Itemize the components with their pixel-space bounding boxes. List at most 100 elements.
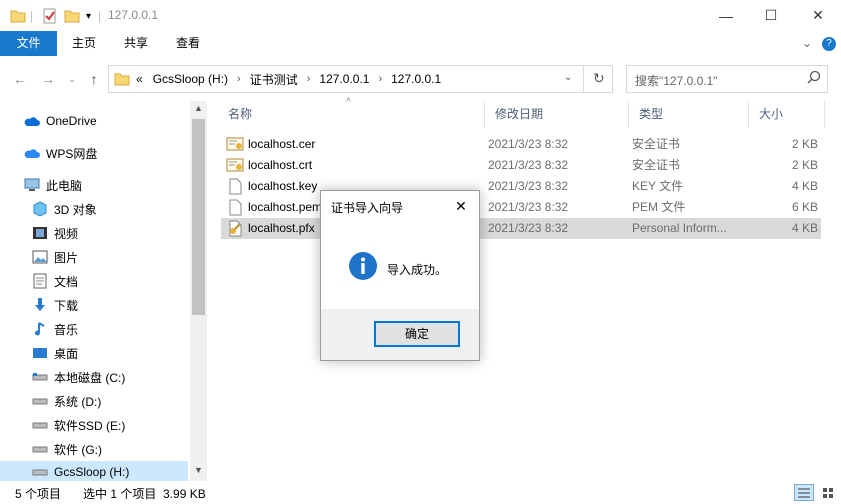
expand-ribbon-icon[interactable]: ⌄ <box>798 31 816 56</box>
breadcrumb-separator-icon[interactable]: › <box>237 73 241 85</box>
drive-icon <box>32 441 48 457</box>
sidebar-item-drive-g[interactable]: 软件 (G:) <box>0 438 188 460</box>
drive-icon <box>32 464 48 480</box>
table-row[interactable]: localhost.cer 2021/3/23 8:32 安全证书 2 KB <box>221 134 821 155</box>
large-icons-view-icon[interactable] <box>818 484 838 501</box>
breadcrumb-drive[interactable]: GcsSloop (H:) <box>153 72 228 86</box>
sidebar-item-music[interactable]: 音乐 <box>0 318 188 340</box>
sidebar-item-videos[interactable]: 视频 <box>0 222 188 244</box>
breadcrumb-separator-icon[interactable]: › <box>307 73 311 85</box>
tab-share[interactable]: 共享 <box>114 31 158 56</box>
picture-icon <box>32 249 48 265</box>
maximize-button[interactable]: ☐ <box>748 0 794 31</box>
tab-file[interactable]: 文件 <box>0 31 57 56</box>
breadcrumb-cert-test[interactable]: 证书测试 <box>250 71 298 88</box>
drive-icon <box>32 369 48 385</box>
refresh-icon[interactable]: ↻ <box>593 70 605 87</box>
sidebar-item-drive-d[interactable]: 系统 (D:) <box>0 390 188 412</box>
forward-arrow-icon[interactable]: → <box>38 70 58 88</box>
sidebar-scrollbar[interactable]: ▲ ▼ <box>190 101 207 481</box>
sidebar-item-label: 视频 <box>54 226 79 241</box>
breadcrumb-folder-1[interactable]: 127.0.0.1 <box>319 72 369 86</box>
minimize-button[interactable]: — <box>703 0 749 31</box>
column-type[interactable]: 类型 <box>629 101 749 128</box>
divider: | <box>98 9 102 23</box>
selection-info: 选中 1 个项目 3.99 KB <box>83 487 206 501</box>
document-icon <box>32 273 48 289</box>
cert-import-dialog: 证书导入向导 ✕ 导入成功。 确定 <box>320 190 480 361</box>
column-date[interactable]: 修改日期 <box>485 101 629 128</box>
sidebar-item-3d-objects[interactable]: 3D 对象 <box>0 198 188 220</box>
sidebar-item-drive-e[interactable]: 软件SSD (E:) <box>0 414 188 436</box>
scrollbar-thumb[interactable] <box>192 119 205 315</box>
sidebar-item-drive-c[interactable]: 本地磁盘 (C:) <box>0 366 188 388</box>
sidebar-item-this-pc[interactable]: 此电脑 <box>0 174 188 196</box>
file-size: 2 KB <box>791 137 818 151</box>
table-row[interactable]: localhost.pem 2021/3/23 8:32 PEM 文件 6 KB <box>221 197 821 218</box>
ok-button[interactable]: 确定 <box>374 321 460 347</box>
file-name: localhost.cer <box>248 137 316 151</box>
scroll-up-icon[interactable]: ▲ <box>194 103 203 113</box>
computer-icon <box>24 177 40 193</box>
new-folder-icon[interactable] <box>64 7 80 25</box>
certificate-icon <box>226 157 244 174</box>
sidebar-item-label: 文档 <box>54 274 79 289</box>
properties-icon[interactable] <box>42 7 58 25</box>
sidebar-item-label: 软件 (G:) <box>54 442 102 457</box>
folder-icon <box>114 71 130 87</box>
breadcrumb-folder-2[interactable]: 127.0.0.1 <box>391 72 441 86</box>
title-bar: | ▾ | 127.0.0.1 — ☐ ✕ <box>0 0 841 31</box>
address-dropdown-icon[interactable]: ⌄ <box>564 72 572 83</box>
sidebar-item-wps[interactable]: WPS网盘 <box>0 142 188 164</box>
sidebar-item-drive-h[interactable]: GcsSloop (H:) <box>0 461 188 481</box>
scroll-down-icon[interactable]: ▼ <box>194 465 203 475</box>
search-icon[interactable] <box>807 70 821 84</box>
ribbon: 文件 主页 共享 查看 ⌄ ? <box>0 31 841 56</box>
up-arrow-icon[interactable]: ↑ <box>84 70 104 88</box>
column-name[interactable]: 名称 <box>218 101 485 128</box>
file-type: 安全证书 <box>632 137 681 151</box>
recent-dropdown-icon[interactable]: ⌄ <box>62 70 82 88</box>
file-icon <box>226 178 244 195</box>
tab-home[interactable]: 主页 <box>62 31 106 56</box>
table-row[interactable]: localhost.crt 2021/3/23 8:32 安全证书 2 KB <box>221 155 821 176</box>
table-row[interactable]: localhost.key 2021/3/23 8:32 KEY 文件 4 KB <box>221 176 821 197</box>
back-arrow-icon[interactable]: ← <box>10 70 30 88</box>
sidebar-item-label: 本地磁盘 (C:) <box>54 370 126 385</box>
search-input[interactable]: 搜索"127.0.0.1" <box>626 65 828 93</box>
sidebar-item-documents[interactable]: 文档 <box>0 270 188 292</box>
dialog-body: 导入成功。 <box>321 223 479 309</box>
close-button[interactable]: ✕ <box>795 0 841 31</box>
sidebar-item-label: OneDrive <box>46 114 97 128</box>
file-date: 2021/3/23 8:32 <box>488 137 569 151</box>
dialog-message: 导入成功。 <box>387 263 448 277</box>
details-view-icon[interactable] <box>794 484 814 501</box>
help-icon[interactable]: ? <box>822 37 836 51</box>
tab-view[interactable]: 查看 <box>166 31 210 56</box>
divider <box>583 66 584 92</box>
sidebar-item-desktop[interactable]: 桌面 <box>0 342 188 364</box>
address-bar[interactable]: « GcsSloop (H:) › 证书测试 › 127.0.0.1 › 127… <box>108 65 613 93</box>
sidebar-item-pictures[interactable]: 图片 <box>0 246 188 268</box>
window-title: 127.0.0.1 <box>108 8 159 22</box>
dialog-close-button[interactable]: ✕ <box>449 195 473 217</box>
file-type: 安全证书 <box>632 158 681 172</box>
sidebar-item-label: 此电脑 <box>46 178 83 193</box>
file-icon <box>226 199 244 216</box>
breadcrumb-separator-icon[interactable]: › <box>378 73 382 85</box>
table-row[interactable]: localhost.pfx 2021/3/23 8:32 Personal In… <box>221 218 821 239</box>
navigation-pane: OneDrive WPS网盘 此电脑 3D 对象 视频 图片 文档 下载 音乐 … <box>0 101 190 481</box>
customize-qa-icon[interactable]: ▾ <box>86 7 91 25</box>
file-date: 2021/3/23 8:32 <box>488 221 569 235</box>
file-date: 2021/3/23 8:32 <box>488 158 569 172</box>
column-size[interactable]: 大小 <box>749 101 825 128</box>
sidebar-item-downloads[interactable]: 下载 <box>0 294 188 316</box>
search-placeholder: 搜索"127.0.0.1" <box>635 74 718 88</box>
desktop-icon <box>32 345 48 361</box>
sidebar-item-onedrive[interactable]: OneDrive <box>0 110 188 132</box>
folder-icon <box>10 7 26 25</box>
breadcrumb-overflow[interactable]: « <box>136 72 143 86</box>
dialog-title: 证书导入向导 <box>331 201 404 215</box>
sidebar-item-label: 软件SSD (E:) <box>54 418 126 433</box>
video-icon <box>32 225 48 241</box>
